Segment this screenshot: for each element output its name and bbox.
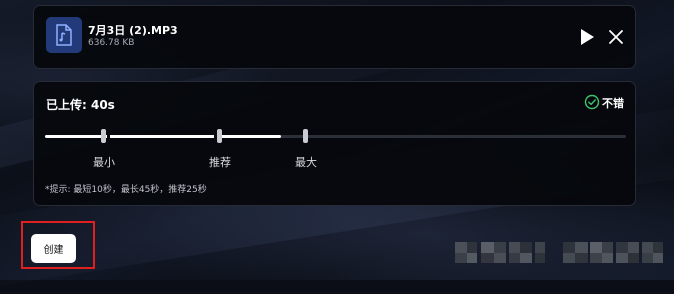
- slider-fill: [45, 135, 281, 138]
- slider-thumb-min[interactable]: [101, 129, 106, 143]
- mark-max: 最大: [295, 156, 317, 169]
- file-size: 636.78 KB: [88, 38, 135, 48]
- audio-file-icon: [46, 17, 82, 53]
- create-button[interactable]: 创建: [31, 234, 76, 263]
- duration-slider[interactable]: [45, 129, 626, 143]
- duration-hint: *提示: 最短10秒，最长45秒，推荐25秒: [45, 185, 207, 195]
- slider-thumb-max[interactable]: [303, 129, 308, 143]
- rating-label: 不错: [602, 97, 624, 110]
- close-icon[interactable]: [607, 28, 625, 46]
- duration-panel: 已上传: 40s 不错 最小 推荐 最大 *提示: 最短10秒，最长45秒，推荐…: [33, 81, 636, 206]
- uploaded-file-card: 7月3日 (2).MP3 636.78 KB: [33, 5, 636, 69]
- file-name: 7月3日 (2).MP3: [88, 24, 178, 37]
- uploaded-duration: 已上传: 40s: [46, 98, 115, 112]
- mark-min: 最小: [93, 156, 115, 169]
- check-circle-icon: [584, 94, 600, 110]
- play-icon[interactable]: [579, 28, 595, 46]
- slider-segment-gap: [107, 133, 110, 140]
- mark-recommended: 推荐: [209, 156, 231, 169]
- slider-thumb-recommended[interactable]: [217, 129, 222, 143]
